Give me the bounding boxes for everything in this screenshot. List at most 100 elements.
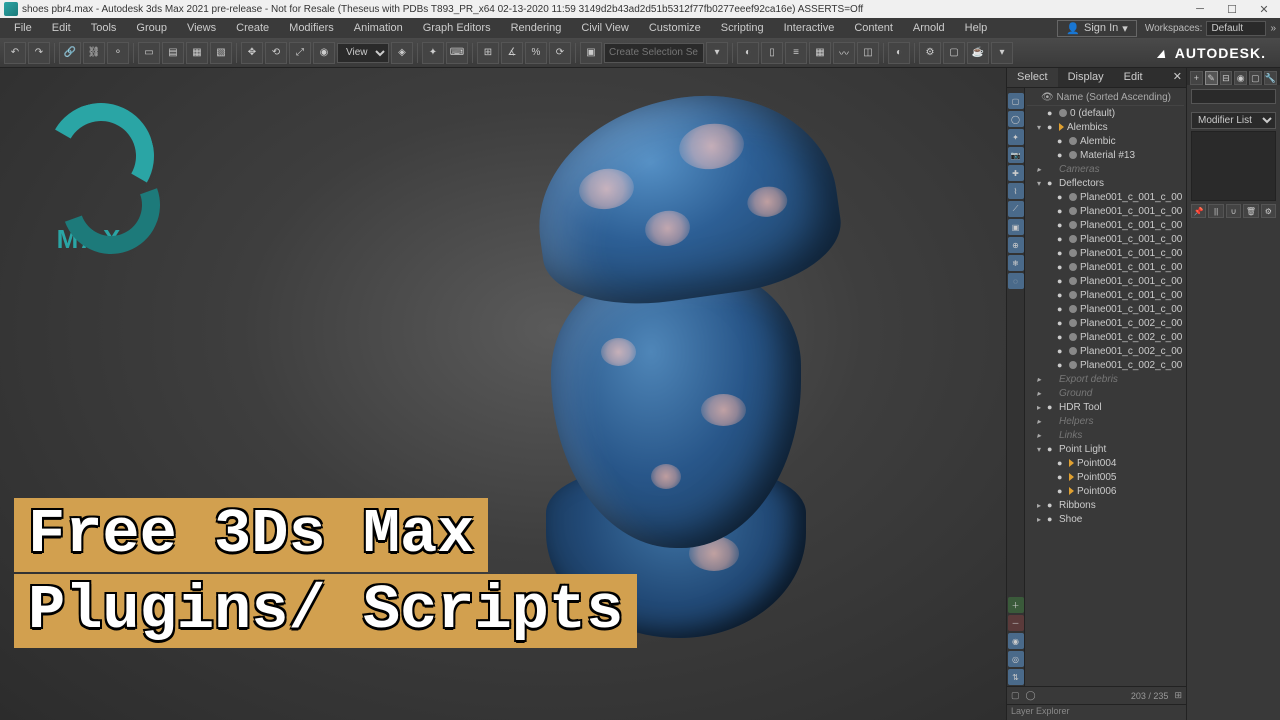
visibility-icon[interactable]: ● xyxy=(1057,290,1069,300)
filter-add-icon[interactable]: ＋ xyxy=(1008,597,1024,613)
visibility-icon[interactable]: ● xyxy=(1057,318,1069,328)
viewport[interactable]: MAX Free 3Ds Max Plugins/ Scripts xyxy=(0,68,1006,720)
render-button[interactable]: ☕ xyxy=(967,42,989,64)
menu-interactive[interactable]: Interactive xyxy=(774,20,845,36)
filter-geom-icon[interactable]: ▢ xyxy=(1008,93,1024,109)
filter-bone-icon[interactable]: ⟋ xyxy=(1008,201,1024,217)
workspace-more-icon[interactable]: » xyxy=(1270,23,1276,34)
filter-helper-icon[interactable]: ✚ xyxy=(1008,165,1024,181)
tree-item[interactable]: ●Plane001_c_002_c_00 xyxy=(1027,358,1184,372)
visibility-icon[interactable]: ● xyxy=(1057,262,1069,272)
tree-item[interactable]: ●Plane001_c_001_c_00 xyxy=(1027,190,1184,204)
menu-group[interactable]: Group xyxy=(126,20,177,36)
unique-button[interactable]: ∪ xyxy=(1226,204,1241,218)
selection-set-input[interactable] xyxy=(604,43,704,63)
tree-item[interactable]: ▸Export debris xyxy=(1027,372,1184,386)
visibility-icon[interactable]: ● xyxy=(1057,220,1069,230)
tree-item[interactable]: ▸Ground xyxy=(1027,386,1184,400)
close-button[interactable]: ✕ xyxy=(1248,0,1280,18)
pin-stack-button[interactable]: 📌 xyxy=(1191,204,1206,218)
modifier-stack[interactable] xyxy=(1191,131,1276,201)
tree-item[interactable]: ▸Links xyxy=(1027,428,1184,442)
visibility-icon[interactable]: ● xyxy=(1057,150,1069,160)
filter-subtract-icon[interactable]: － xyxy=(1008,615,1024,631)
tree-item[interactable]: ●Plane001_c_001_c_00 xyxy=(1027,204,1184,218)
sign-in-button[interactable]: 👤 Sign In ▾ xyxy=(1057,20,1136,37)
tree-item[interactable]: ●Point005 xyxy=(1027,470,1184,484)
scene-tree[interactable]: 👁 Name (Sorted Ascending) ●0 (default)▾●… xyxy=(1025,88,1186,686)
redo-button[interactable]: ↷ xyxy=(28,42,50,64)
select-object-button[interactable]: ▭ xyxy=(138,42,160,64)
visibility-icon[interactable]: ● xyxy=(1057,136,1069,146)
menu-rendering[interactable]: Rendering xyxy=(501,20,572,36)
select-name-button[interactable]: ▤ xyxy=(162,42,184,64)
modifier-list-select[interactable]: Modifier List xyxy=(1191,112,1276,129)
tree-item[interactable]: ●0 (default) xyxy=(1027,106,1184,120)
menu-content[interactable]: Content xyxy=(844,20,903,36)
tree-item[interactable]: ●Point004 xyxy=(1027,456,1184,470)
tree-item[interactable]: ●Plane001_c_002_c_00 xyxy=(1027,344,1184,358)
percent-snap-button[interactable]: % xyxy=(525,42,547,64)
tree-item[interactable]: ▸●Shoe xyxy=(1027,512,1184,526)
filter-space-icon[interactable]: ⌇ xyxy=(1008,183,1024,199)
scene-close-icon[interactable]: ✕ xyxy=(1173,70,1182,83)
menu-views[interactable]: Views xyxy=(177,20,226,36)
render-preset-button[interactable]: ▾ xyxy=(991,42,1013,64)
visibility-icon[interactable]: ● xyxy=(1057,206,1069,216)
expand-icon[interactable]: ▾ xyxy=(1037,123,1047,132)
snap-toggle-button[interactable]: ⊞ xyxy=(477,42,499,64)
tree-item[interactable]: ●Plane001_c_001_c_00 xyxy=(1027,274,1184,288)
tree-item[interactable]: ▸Helpers xyxy=(1027,414,1184,428)
visibility-icon[interactable]: ● xyxy=(1047,500,1059,510)
filter-xref-icon[interactable]: ⊕ xyxy=(1008,237,1024,253)
menu-edit[interactable]: Edit xyxy=(42,20,81,36)
menu-modifiers[interactable]: Modifiers xyxy=(279,20,344,36)
menu-graph-editors[interactable]: Graph Editors xyxy=(413,20,501,36)
cmd-tab-modify[interactable]: ✎ xyxy=(1205,71,1218,85)
workspace-select[interactable] xyxy=(1206,21,1266,36)
tree-item[interactable]: ▸●Ribbons xyxy=(1027,498,1184,512)
mirror-button[interactable]: ◐ xyxy=(737,42,759,64)
filter-group-icon[interactable]: ▣ xyxy=(1008,219,1024,235)
select-rotate-button[interactable]: ⟲ xyxy=(265,42,287,64)
cmd-tab-motion[interactable]: ◉ xyxy=(1234,71,1247,85)
select-move-button[interactable]: ✥ xyxy=(241,42,263,64)
visibility-icon[interactable]: ● xyxy=(1057,458,1069,468)
scene-tab-display[interactable]: Display xyxy=(1058,68,1114,87)
menu-file[interactable]: File xyxy=(4,20,42,36)
tree-item[interactable]: ▾●Point Light xyxy=(1027,442,1184,456)
tree-header[interactable]: 👁 Name (Sorted Ascending) xyxy=(1027,90,1184,106)
tree-item[interactable]: ●Plane001_c_001_c_00 xyxy=(1027,302,1184,316)
filter-all-icon[interactable]: ◉ xyxy=(1008,633,1024,649)
visibility-icon[interactable]: ● xyxy=(1057,332,1069,342)
layers-button[interactable]: ≡ xyxy=(785,42,807,64)
tree-item[interactable]: ●Plane001_c_002_c_00 xyxy=(1027,316,1184,330)
expand-icon[interactable]: ▸ xyxy=(1037,389,1047,398)
toggle-ribbon-button[interactable]: ▦ xyxy=(809,42,831,64)
tree-item[interactable]: ▸Cameras xyxy=(1027,162,1184,176)
visibility-icon[interactable]: ● xyxy=(1047,402,1059,412)
expand-icon[interactable]: ▸ xyxy=(1037,417,1047,426)
menu-create[interactable]: Create xyxy=(226,20,279,36)
tree-item[interactable]: ●Plane001_c_001_c_00 xyxy=(1027,288,1184,302)
undo-button[interactable]: ↶ xyxy=(4,42,26,64)
tree-item[interactable]: ●Plane001_c_001_c_00 xyxy=(1027,260,1184,274)
manipulate-button[interactable]: ✦ xyxy=(422,42,444,64)
remove-mod-button[interactable]: 🗑 xyxy=(1243,204,1258,218)
filter-light-icon[interactable]: ✦ xyxy=(1008,129,1024,145)
visibility-icon[interactable]: ● xyxy=(1047,514,1059,524)
status-shape-icon[interactable]: ◯ xyxy=(1026,690,1036,701)
expand-icon[interactable]: ▾ xyxy=(1037,445,1047,454)
tree-item[interactable]: ●Plane001_c_001_c_00 xyxy=(1027,218,1184,232)
visibility-icon[interactable]: ● xyxy=(1057,360,1069,370)
status-geom-icon[interactable]: ▢ xyxy=(1011,690,1020,701)
status-expand-icon[interactable]: ⊞ xyxy=(1174,690,1182,701)
visibility-icon[interactable]: ● xyxy=(1047,178,1059,188)
select-scale-button[interactable]: ⤢ xyxy=(289,42,311,64)
visibility-icon[interactable]: ● xyxy=(1057,346,1069,356)
visibility-icon[interactable]: ● xyxy=(1057,304,1069,314)
render-setup-button[interactable]: ⚙ xyxy=(919,42,941,64)
window-crossing-button[interactable]: ▧ xyxy=(210,42,232,64)
visibility-icon[interactable]: ● xyxy=(1047,108,1059,118)
visibility-icon[interactable]: ● xyxy=(1057,248,1069,258)
